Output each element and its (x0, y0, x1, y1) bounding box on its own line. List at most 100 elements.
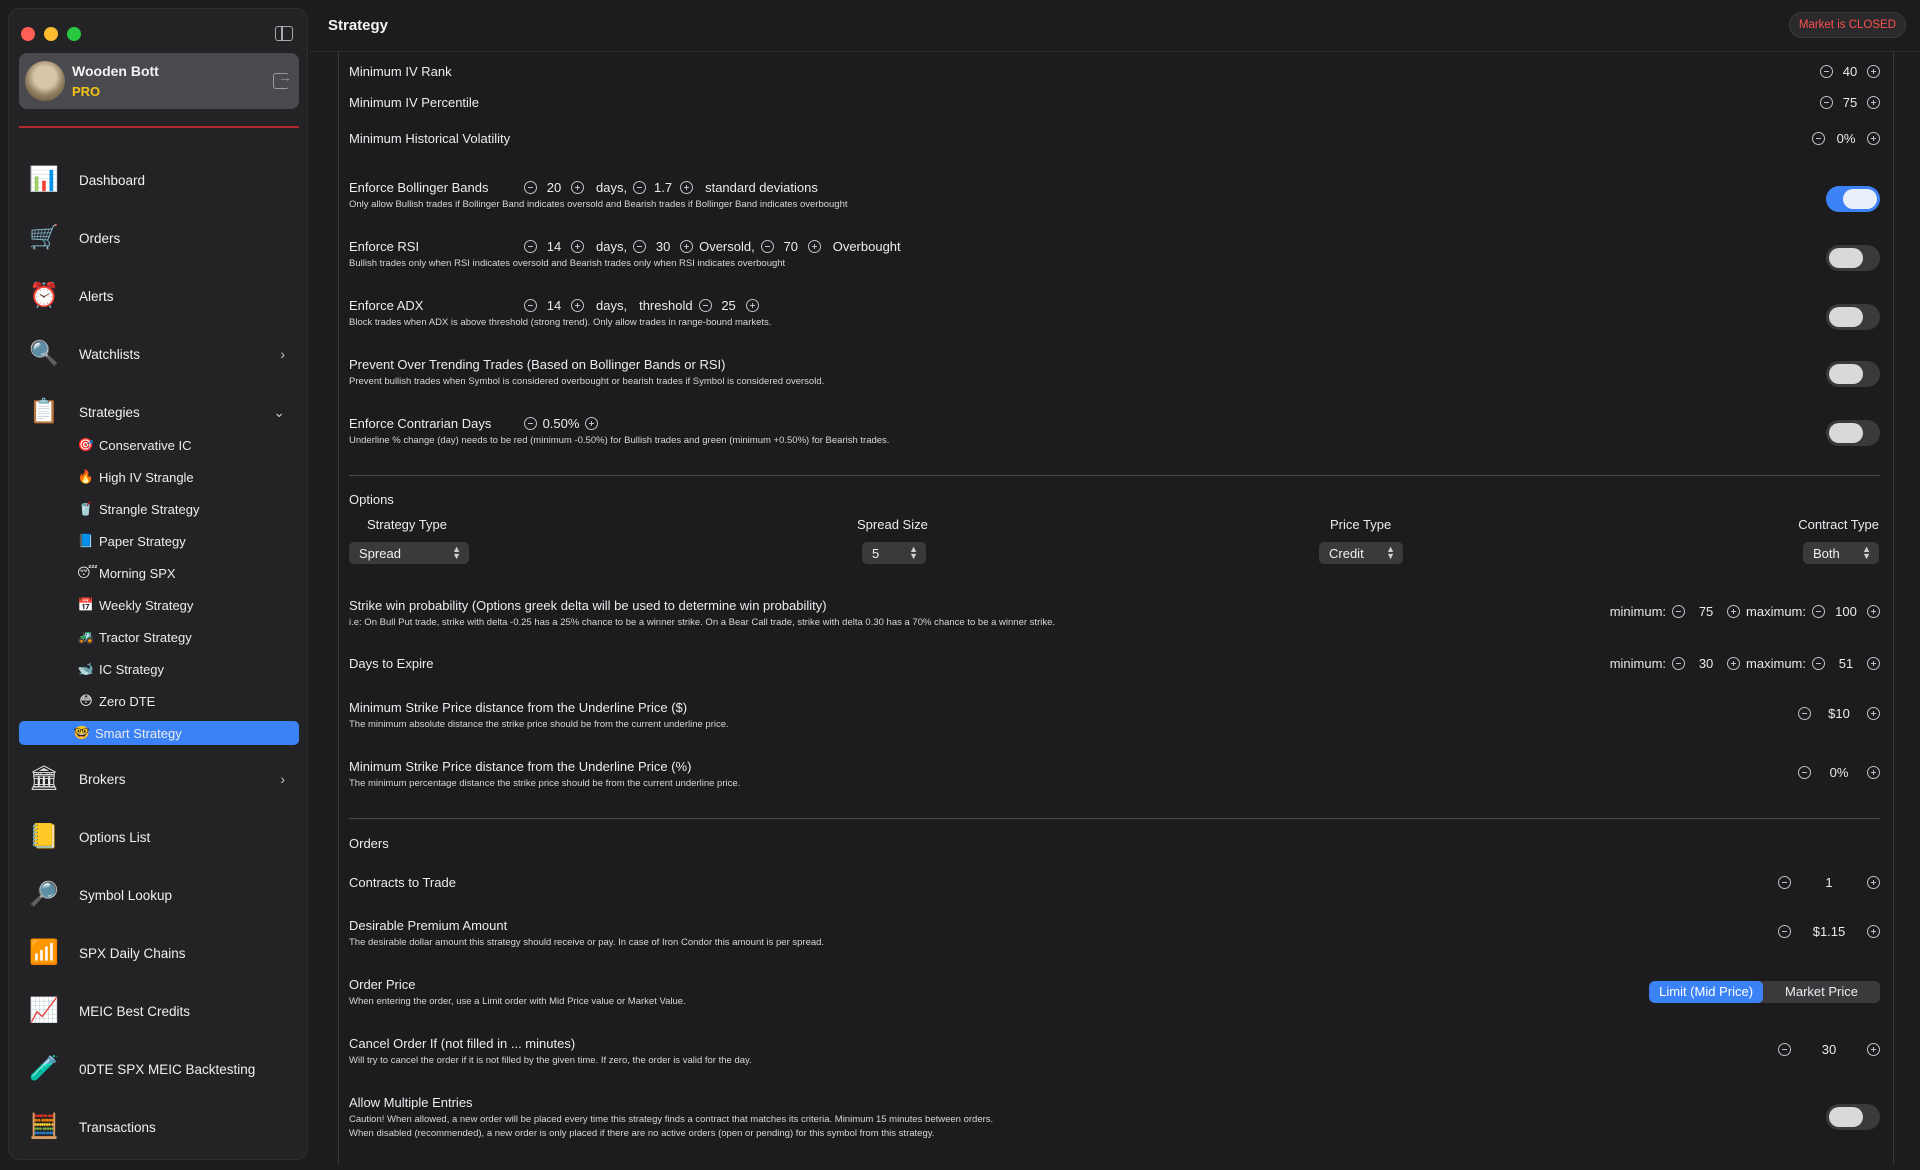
adx-threshold-value[interactable]: 25 (712, 298, 746, 313)
premium-value[interactable]: $1.15 (1791, 924, 1867, 939)
strike-distance-abs-value[interactable]: $10 (1811, 706, 1867, 721)
sidebar-item-symbol-lookup[interactable]: 🔎 Symbol Lookup (19, 875, 299, 915)
strategy-item-ic-strategy[interactable]: 🐋 IC Strategy (19, 657, 299, 681)
strategy-item-weekly-strategy[interactable]: 📅 Weekly Strategy (19, 593, 299, 617)
plus-icon[interactable] (1867, 132, 1880, 145)
plus-icon[interactable] (1867, 707, 1880, 720)
strategy-item-tractor-strategy[interactable]: 🚜 Tractor Strategy (19, 625, 299, 649)
limit-mid-price-option[interactable]: Limit (Mid Price) (1649, 981, 1764, 1003)
iv-rank-value[interactable]: 40 (1833, 64, 1867, 79)
win-prob-min-value[interactable]: 75 (1685, 604, 1727, 619)
minus-icon[interactable] (524, 240, 537, 253)
minus-icon[interactable] (1820, 65, 1833, 78)
contrarian-toggle[interactable] (1826, 420, 1880, 446)
minus-icon[interactable] (1820, 96, 1833, 109)
minus-icon[interactable] (1812, 132, 1825, 145)
minus-icon[interactable] (524, 417, 537, 430)
rsi-overbought-value[interactable]: 70 (774, 239, 808, 254)
iv-percentile-value[interactable]: 75 (1833, 95, 1867, 110)
plus-icon[interactable] (571, 240, 584, 253)
plus-icon[interactable] (1867, 766, 1880, 779)
maximize-window-button[interactable] (67, 27, 81, 41)
minus-icon[interactable] (1778, 876, 1791, 889)
strike-distance-pct-value[interactable]: 0% (1811, 765, 1867, 780)
price-type-select[interactable]: Credit ▲ ▼ (1319, 542, 1403, 564)
plus-icon[interactable] (680, 181, 694, 194)
minus-icon[interactable] (1812, 605, 1825, 618)
plus-icon[interactable] (807, 240, 821, 253)
win-prob-max-value[interactable]: 100 (1825, 604, 1867, 619)
logout-icon[interactable] (273, 69, 292, 89)
spread-size-select[interactable]: 5 ▲ ▼ (862, 542, 926, 564)
plus-icon[interactable] (1867, 1043, 1880, 1056)
sidebar-item-orders[interactable]: 🛒 Orders (19, 218, 299, 258)
minus-icon[interactable] (524, 181, 537, 194)
minus-icon[interactable] (1672, 657, 1686, 670)
multiple-entries-toggle[interactable] (1826, 1104, 1880, 1130)
cancel-order-value[interactable]: 30 (1791, 1042, 1867, 1057)
strategy-item-zero-dte[interactable]: 😳 Zero DTE (19, 689, 299, 713)
sidebar-item-dashboard[interactable]: 📊 Dashboard (19, 160, 299, 200)
sidebar-item-transactions[interactable]: 🧮 Transactions (19, 1107, 299, 1147)
minus-icon[interactable] (1778, 1043, 1791, 1056)
sidebar-item-meic-backtesting[interactable]: 🧪 0DTE SPX MEIC Backtesting (19, 1049, 299, 1089)
sidebar-item-strategies[interactable]: 📋 Strategies ⌄ (19, 392, 299, 432)
plus-icon[interactable] (585, 417, 598, 430)
bollinger-std-value[interactable]: 1.7 (646, 180, 680, 195)
sidebar-item-watchlists[interactable]: 🔍 Watchlists › (19, 334, 299, 374)
minus-icon[interactable] (524, 299, 537, 312)
minus-icon[interactable] (633, 240, 647, 253)
sidebar-item-alerts[interactable]: ⏰ Alerts (19, 276, 299, 316)
user-card[interactable]: Wooden Bott PRO (19, 53, 299, 109)
contract-type-select[interactable]: Both ▲ ▼ (1803, 542, 1879, 564)
plus-icon[interactable] (1867, 96, 1880, 109)
minus-icon[interactable] (1798, 707, 1811, 720)
minus-icon[interactable] (1778, 925, 1791, 938)
sidebar-item-brokers[interactable]: 🏛 Brokers › (19, 759, 299, 799)
minus-icon[interactable] (698, 299, 712, 312)
over-trending-toggle[interactable] (1826, 361, 1880, 387)
sidebar-item-spx-daily-chains[interactable]: 📶 SPX Daily Chains (19, 933, 299, 973)
close-window-button[interactable] (21, 27, 35, 41)
sidebar-item-meic-best-credits[interactable]: 📈 MEIC Best Credits (19, 991, 299, 1031)
strategy-item-conservative-ic[interactable]: 🎯 Conservative IC (19, 433, 299, 457)
minus-icon[interactable] (633, 181, 647, 194)
sidebar-toggle-icon[interactable] (275, 26, 293, 41)
minus-icon[interactable] (1672, 605, 1686, 618)
market-price-option[interactable]: Market Price (1763, 981, 1880, 1003)
plus-icon[interactable] (680, 240, 694, 253)
plus-icon[interactable] (1867, 65, 1880, 78)
strategy-item-high-iv-strangle[interactable]: 🔥 High IV Strangle (19, 465, 299, 489)
rsi-toggle[interactable] (1826, 245, 1880, 271)
adx-days-value[interactable]: 14 (537, 298, 571, 313)
plus-icon[interactable] (571, 181, 584, 194)
bollinger-days-value[interactable]: 20 (537, 180, 571, 195)
plus-icon[interactable] (1727, 605, 1741, 618)
hist-vol-value[interactable]: 0% (1825, 131, 1867, 146)
rsi-days-value[interactable]: 14 (537, 239, 571, 254)
strategy-item-morning-spx[interactable]: 😴 Morning SPX (19, 561, 299, 585)
plus-icon[interactable] (1867, 657, 1880, 670)
adx-toggle[interactable] (1826, 304, 1880, 330)
bollinger-toggle[interactable] (1826, 186, 1880, 212)
rsi-oversold-value[interactable]: 30 (646, 239, 680, 254)
strategy-type-select[interactable]: Spread ▲ ▼ (349, 542, 469, 564)
plus-icon[interactable] (571, 299, 584, 312)
strategy-item-paper-strategy[interactable]: 📘 Paper Strategy (19, 529, 299, 553)
minus-icon[interactable] (1812, 657, 1825, 670)
strategy-item-smart-strategy[interactable]: 🤓 Smart Strategy (19, 721, 299, 745)
plus-icon[interactable] (745, 299, 759, 312)
plus-icon[interactable] (1867, 605, 1880, 618)
contracts-value[interactable]: 1 (1791, 875, 1867, 890)
strategy-item-strangle-strategy[interactable]: 🥤 Strangle Strategy (19, 497, 299, 521)
plus-icon[interactable] (1727, 657, 1741, 670)
contrarian-value[interactable]: 0.50% (537, 416, 585, 431)
dte-min-value[interactable]: 30 (1685, 656, 1727, 671)
sidebar-item-options-list[interactable]: 📒 Options List (19, 817, 299, 857)
minus-icon[interactable] (760, 240, 774, 253)
plus-icon[interactable] (1867, 925, 1880, 938)
minimize-window-button[interactable] (44, 27, 58, 41)
dte-max-value[interactable]: 51 (1825, 656, 1867, 671)
plus-icon[interactable] (1867, 876, 1880, 889)
minus-icon[interactable] (1798, 766, 1811, 779)
